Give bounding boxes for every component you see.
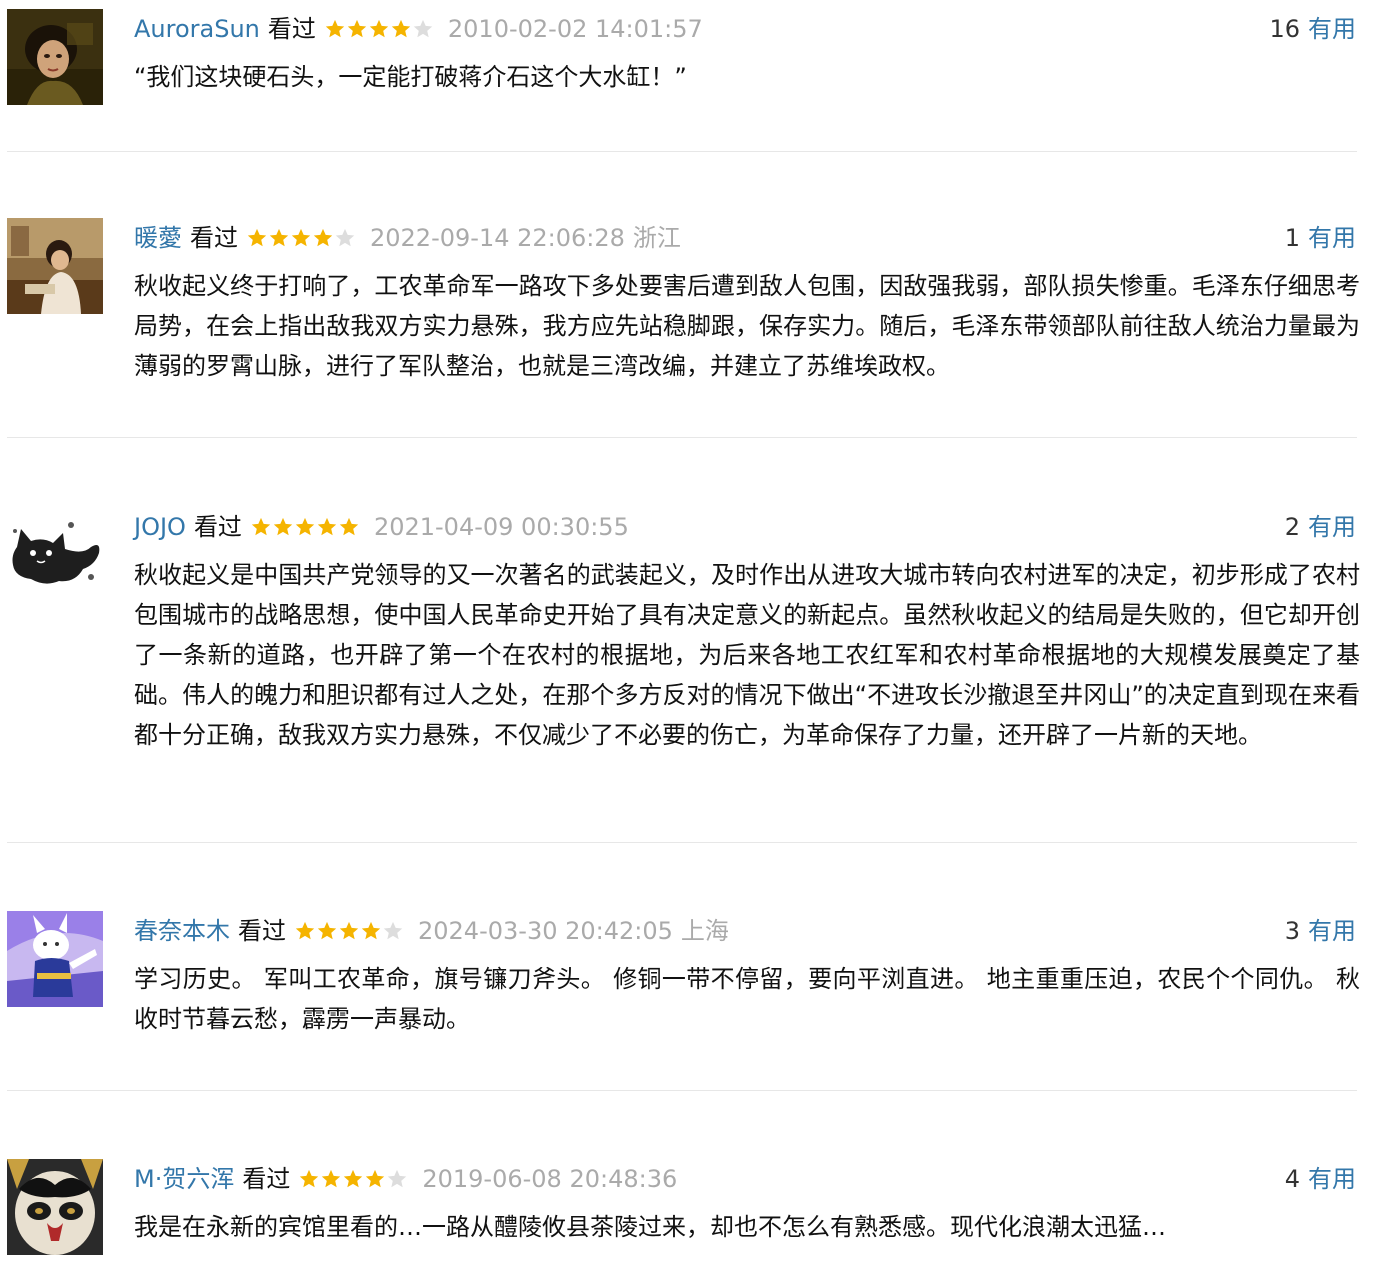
comment-content: 我是在永新的宾馆里看的…一路从醴陵攸县茶陵过来，却也不怎么有熟悉感。现代化浪潮太… — [134, 1213, 1166, 1241]
comment-location: 上海 — [680, 917, 729, 945]
comment-time[interactable]: 2024-03-30 20:42:05 — [418, 911, 673, 951]
watched-status: 看过 — [267, 15, 316, 43]
useful-button[interactable]: 有用 — [1308, 1159, 1356, 1199]
comment-time[interactable]: 2021-04-09 00:30:55 — [374, 507, 629, 547]
rating-stars — [294, 920, 404, 942]
username-link[interactable]: 春奈本木 — [134, 911, 230, 951]
star-filled-icon — [344, 1169, 363, 1188]
divider — [7, 842, 1357, 843]
comment-content: 秋收起义终于打响了，工农革命军一路攻下多处要害后遭到敌人包围，因敌强我弱，部队损… — [134, 272, 1360, 380]
comment-content: “我们这块硬石头，一定能打破蒋介石这个大水缸！” — [134, 63, 687, 91]
star-filled-icon — [295, 921, 315, 940]
avatar[interactable] — [7, 1159, 103, 1255]
star-filled-icon — [391, 19, 411, 38]
rating-stars — [246, 227, 356, 249]
star-empty-icon — [388, 1169, 407, 1188]
avatar[interactable] — [7, 218, 103, 314]
anime-rabbit-icon — [7, 911, 103, 1007]
avatar[interactable] — [7, 911, 103, 1007]
avatar[interactable] — [7, 507, 103, 603]
vote-area: 16 有用 — [1269, 9, 1356, 49]
vote-area: 1 有用 — [1285, 218, 1356, 258]
star-filled-icon — [273, 517, 293, 536]
username-link[interactable]: AuroraSun — [134, 9, 260, 49]
comment-content: 学习历史。 军叫工农革命，旗号镰刀斧头。 修铜一带不停留，要向平浏直进。 地主重… — [134, 965, 1360, 1033]
comment-header: 春奈本木 看过 2024-03-30 20:42:05 上海 3 有用 — [134, 911, 1356, 951]
comment-time[interactable]: 2022-09-14 22:06:28 — [370, 218, 625, 258]
comment-item: JOJO 看过 2021-04-09 00:30:55 2 有用 秋收起义是中国… — [0, 507, 1392, 807]
star-filled-icon — [300, 1169, 319, 1188]
star-filled-icon — [339, 517, 359, 536]
vote-count: 4 — [1284, 1165, 1300, 1193]
reading-girl-icon — [7, 218, 103, 314]
star-filled-icon — [366, 1169, 385, 1188]
vote-count: 1 — [1284, 224, 1300, 252]
username-link[interactable]: 暖薆 — [134, 218, 182, 258]
comment-header: AuroraSun 看过 2010-02-02 14:01:57 16 有用 — [134, 9, 1356, 49]
comment-header: JOJO 看过 2021-04-09 00:30:55 2 有用 — [134, 507, 1356, 547]
comment-item: M·贺六浑 看过 2019-06-08 20:48:36 4 有用 我是在永新的… — [0, 1159, 1392, 1269]
vote-area: 4 有用 — [1285, 1159, 1356, 1199]
star-filled-icon — [247, 228, 267, 247]
vote-area: 3 有用 — [1285, 911, 1356, 951]
avatar[interactable] — [7, 9, 103, 105]
star-filled-icon — [317, 517, 337, 536]
comment-item: 春奈本木 看过 2024-03-30 20:42:05 上海 3 有用 学习历史… — [0, 911, 1392, 1051]
comment-item: AuroraSun 看过 2010-02-02 14:01:57 16 有用 “… — [0, 9, 1392, 119]
useful-button[interactable]: 有用 — [1308, 507, 1356, 547]
rating-stars — [250, 516, 360, 538]
useful-button[interactable]: 有用 — [1308, 218, 1356, 258]
divider — [7, 151, 1357, 152]
watched-status: 看过 — [193, 513, 242, 541]
comment-time[interactable]: 2010-02-02 14:01:57 — [448, 9, 703, 49]
star-filled-icon — [291, 228, 311, 247]
star-filled-icon — [361, 921, 381, 940]
black-cat-icon — [7, 507, 103, 603]
star-filled-icon — [295, 517, 315, 536]
useful-button[interactable]: 有用 — [1308, 911, 1356, 951]
star-filled-icon — [313, 228, 333, 247]
star-empty-icon — [335, 228, 355, 247]
comment-item: 暖薆 看过 2022-09-14 22:06:28 浙江 1 有用 秋收起义终于… — [0, 218, 1392, 398]
star-filled-icon — [347, 19, 367, 38]
vote-count: 2 — [1284, 513, 1300, 541]
username-link[interactable]: JOJO — [134, 507, 186, 547]
divider — [7, 437, 1357, 438]
star-empty-icon — [413, 19, 433, 38]
vote-area: 2 有用 — [1285, 507, 1356, 547]
comment-time[interactable]: 2019-06-08 20:48:36 — [422, 1159, 677, 1199]
watched-status: 看过 — [190, 224, 238, 252]
vote-count: 3 — [1284, 917, 1300, 945]
rating-stars — [324, 18, 434, 40]
star-filled-icon — [339, 921, 359, 940]
vote-count: 16 — [1269, 15, 1300, 43]
star-filled-icon — [369, 19, 389, 38]
comment-list: AuroraSun 看过 2010-02-02 14:01:57 16 有用 “… — [0, 0, 1392, 1282]
watched-status: 看过 — [242, 1165, 291, 1193]
star-empty-icon — [383, 921, 403, 940]
divider — [7, 1090, 1357, 1091]
star-filled-icon — [317, 921, 337, 940]
username-link[interactable]: M·贺六浑 — [134, 1159, 234, 1199]
watched-status: 看过 — [238, 917, 286, 945]
comment-content: 秋收起义是中国共产党领导的又一次著名的武装起义，及时作出从进攻大城市转向农村进军… — [134, 561, 1360, 749]
comment-location: 浙江 — [632, 224, 681, 252]
star-filled-icon — [325, 19, 345, 38]
star-filled-icon — [251, 517, 271, 536]
comment-header: M·贺六浑 看过 2019-06-08 20:48:36 4 有用 — [134, 1159, 1356, 1199]
star-filled-icon — [322, 1169, 341, 1188]
useful-button[interactable]: 有用 — [1308, 9, 1356, 49]
rating-stars — [298, 1168, 408, 1190]
opera-mask-icon — [7, 1159, 103, 1255]
star-filled-icon — [269, 228, 289, 247]
portrait-woman-icon — [7, 9, 103, 105]
comment-header: 暖薆 看过 2022-09-14 22:06:28 浙江 1 有用 — [134, 218, 1356, 258]
